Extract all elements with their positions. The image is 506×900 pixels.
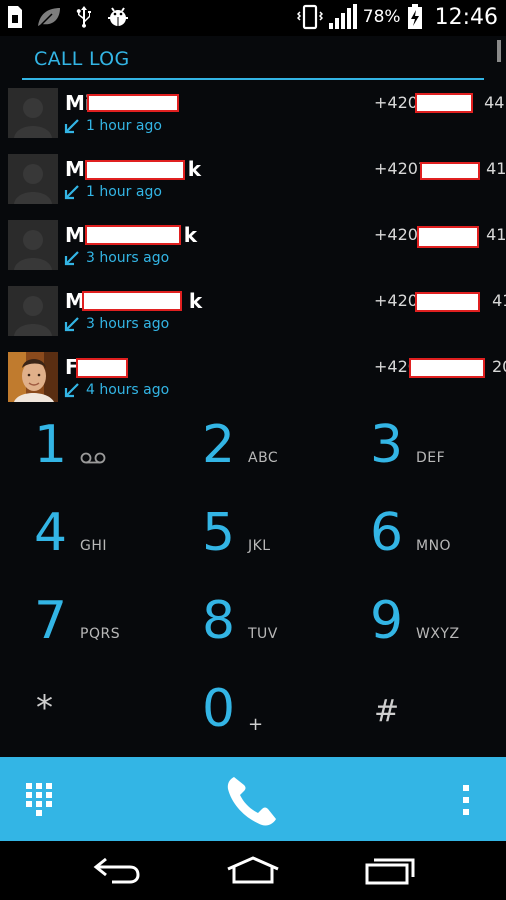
clock: 12:46	[434, 4, 498, 30]
dial-key-0[interactable]: 0 +	[202, 674, 370, 762]
dial-letters: GHI	[80, 538, 108, 554]
dial-key-2[interactable]: 2 ABC	[202, 410, 370, 498]
incoming-call-icon	[64, 251, 79, 266]
sim-icon	[8, 6, 22, 28]
dial-digit: 7	[34, 591, 68, 651]
default-contact-icon[interactable]	[8, 220, 58, 270]
dial-digit: 4	[34, 503, 68, 563]
android-debug-icon	[108, 7, 128, 26]
redaction-box	[415, 93, 473, 113]
incoming-call-icon	[64, 119, 79, 134]
redaction-box	[82, 291, 182, 311]
redaction-box	[85, 160, 185, 180]
dial-key-6[interactable]: 6 MNO	[370, 498, 506, 586]
dial-key-3[interactable]: 3 DEF	[370, 410, 506, 498]
redaction-box	[415, 292, 480, 312]
dial-key-8[interactable]: 8 TUV	[202, 586, 370, 674]
dial-letters: DEF	[416, 450, 446, 466]
redaction-box	[417, 226, 479, 248]
navigation-bar	[0, 841, 506, 900]
call-log-item[interactable]: F +42020 4 hours ago	[0, 352, 506, 418]
contact-photo[interactable]	[8, 352, 58, 402]
tab-indicator	[22, 78, 484, 80]
dialpad-toggle-icon[interactable]	[26, 783, 54, 817]
recent-apps-icon[interactable]	[364, 855, 416, 885]
dial-letters: PQRS	[80, 626, 121, 642]
vibrate-icon	[296, 4, 323, 30]
battery-percent: 78%	[362, 7, 401, 27]
call-log-item[interactable]: Mik +4207441 1 hour ago	[0, 88, 506, 154]
signal-icon	[328, 4, 357, 29]
default-contact-icon[interactable]	[8, 88, 58, 138]
dial-key-9[interactable]: 9 WXYZ	[370, 586, 506, 674]
dial-key-star[interactable]: *	[36, 674, 204, 762]
dial-key-1[interactable]: 1	[34, 410, 202, 498]
incoming-call-icon	[64, 185, 79, 200]
dial-digit: 5	[202, 503, 236, 563]
dial-digit: *	[36, 688, 53, 728]
overflow-menu-icon[interactable]	[462, 785, 470, 815]
dial-digit: 8	[202, 591, 236, 651]
tab-call-log[interactable]: CALL LOG	[34, 48, 129, 70]
dial-digit: 9	[370, 591, 404, 651]
dial-letters: TUV	[248, 626, 278, 642]
dial-digit: 3	[370, 415, 404, 475]
call-log-item[interactable]: Mi k +4207 41 1 hour ago	[0, 154, 506, 220]
incoming-call-icon	[64, 317, 79, 332]
call-time: 1 hour ago	[86, 118, 162, 134]
dial-digit: 1	[34, 415, 68, 475]
scrollbar[interactable]	[497, 40, 501, 62]
home-icon[interactable]	[224, 855, 282, 885]
dial-letters: WXYZ	[416, 626, 460, 642]
incoming-call-icon	[64, 383, 79, 398]
call-log-item[interactable]: Mk +420741 3 hours ago	[0, 286, 506, 352]
dial-key-pound[interactable]: #	[374, 674, 506, 762]
dial-letters: MNO	[416, 538, 452, 554]
call-time: 3 hours ago	[86, 316, 170, 332]
dial-letters: +	[248, 714, 264, 735]
back-icon[interactable]	[92, 855, 142, 885]
default-contact-icon[interactable]	[8, 286, 58, 336]
usb-icon	[76, 6, 91, 28]
call-button-icon[interactable]	[224, 771, 282, 829]
battery-charging-icon	[407, 4, 422, 29]
redaction-box	[87, 94, 179, 112]
dial-key-7[interactable]: 7 PQRS	[34, 586, 202, 674]
dial-digit: 2	[202, 415, 236, 475]
dial-key-5[interactable]: 5 JKL	[202, 498, 370, 586]
dial-key-4[interactable]: 4 GHI	[34, 498, 202, 586]
dial-letters: JKL	[248, 538, 271, 554]
redaction-box	[409, 358, 485, 378]
status-bar: 78% 12:46	[0, 0, 506, 36]
redaction-box	[76, 358, 128, 378]
dial-digit: 0	[202, 679, 236, 739]
redaction-box	[420, 162, 480, 180]
call-time: 1 hour ago	[86, 184, 162, 200]
voicemail-icon	[80, 452, 106, 464]
dialpad: 1 2 ABC 3 DEF 4 GHI 5 JKL 6 MNO 7 PQRS 8…	[0, 410, 506, 758]
dial-digit: 6	[370, 503, 404, 563]
call-time: 4 hours ago	[86, 382, 170, 398]
call-time: 3 hours ago	[86, 250, 170, 266]
call-log-item[interactable]: Mi k +4207 41 3 hours ago	[0, 220, 506, 286]
dial-digit: #	[374, 694, 400, 729]
dial-letters: ABC	[248, 450, 279, 466]
dialer-action-bar	[0, 757, 506, 841]
leaf-icon	[38, 8, 60, 27]
default-contact-icon[interactable]	[8, 154, 58, 204]
redaction-box	[85, 225, 181, 245]
